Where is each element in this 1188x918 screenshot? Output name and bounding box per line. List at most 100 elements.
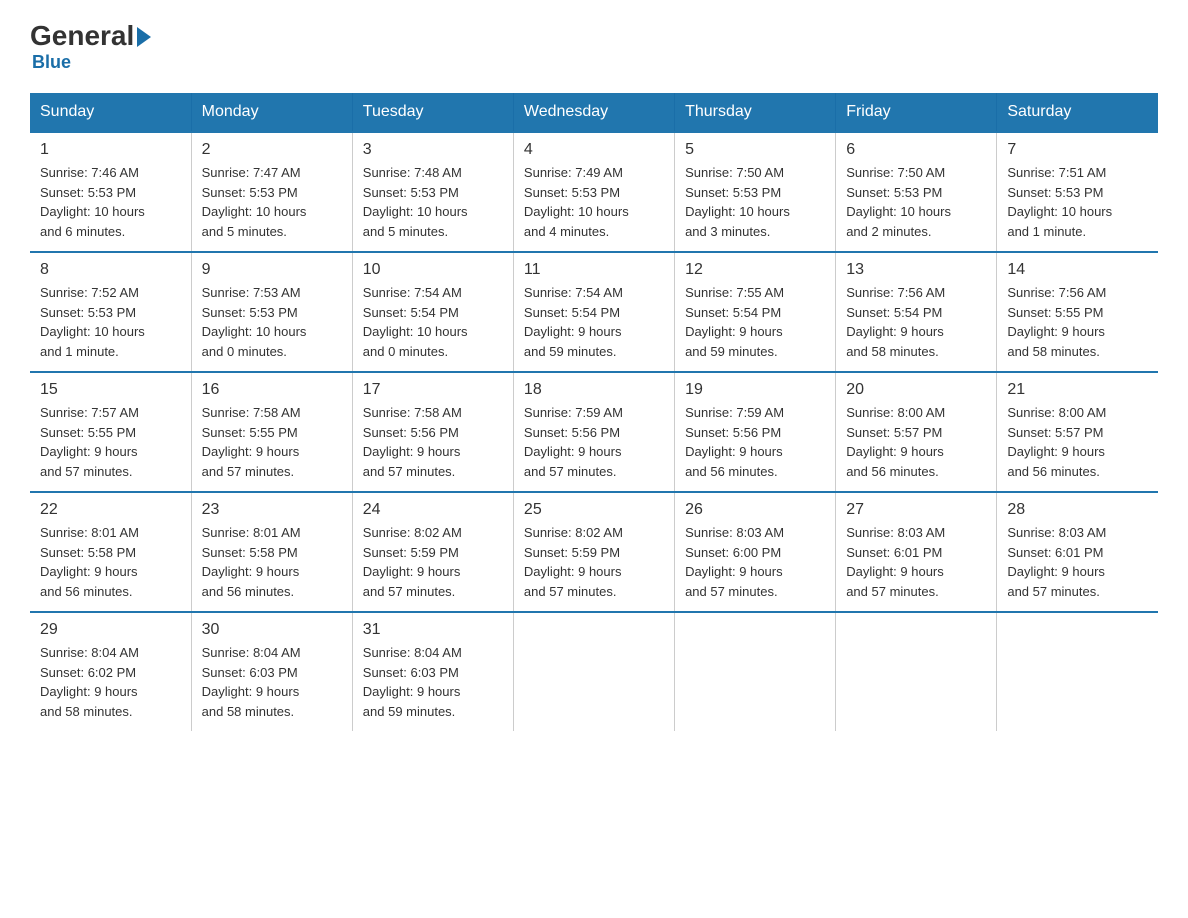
day-info: Sunrise: 7:57 AM Sunset: 5:55 PM Dayligh…	[40, 403, 181, 481]
day-number: 14	[1007, 261, 1148, 279]
calendar-cell: 10Sunrise: 7:54 AM Sunset: 5:54 PM Dayli…	[352, 252, 513, 372]
day-info: Sunrise: 8:04 AM Sunset: 6:03 PM Dayligh…	[363, 643, 503, 721]
day-info: Sunrise: 7:50 AM Sunset: 5:53 PM Dayligh…	[846, 163, 986, 241]
day-info: Sunrise: 8:02 AM Sunset: 5:59 PM Dayligh…	[524, 523, 664, 601]
day-info: Sunrise: 7:48 AM Sunset: 5:53 PM Dayligh…	[363, 163, 503, 241]
col-header-thursday: Thursday	[675, 93, 836, 132]
week-row-5: 29 Sunrise: 8:04 AM Sunset: 6:02 PM Dayli…	[30, 612, 1158, 731]
calendar-cell: 2 Sunrise: 7:47 AM Sunset: 5:53 PM Daylig…	[191, 132, 352, 252]
calendar-cell: 1 Sunrise: 7:46 AM Sunset: 5:53 PM Daylig…	[30, 132, 191, 252]
calendar-cell: 19Sunrise: 7:59 AM Sunset: 5:56 PM Dayli…	[675, 372, 836, 492]
day-info: Sunrise: 7:56 AM Sunset: 5:55 PM Dayligh…	[1007, 283, 1148, 361]
week-row-2: 8Sunrise: 7:52 AM Sunset: 5:53 PM Daylig…	[30, 252, 1158, 372]
day-number: 24	[363, 501, 503, 519]
header-row: SundayMondayTuesdayWednesdayThursdayFrid…	[30, 93, 1158, 132]
day-info: Sunrise: 8:00 AM Sunset: 5:57 PM Dayligh…	[846, 403, 986, 481]
day-info: Sunrise: 7:50 AM Sunset: 5:53 PM Dayligh…	[685, 163, 825, 241]
day-number: 27	[846, 501, 986, 519]
calendar-cell: 16 Sunrise: 7:58 AM Sunset: 5:55 PM Dayli…	[191, 372, 352, 492]
day-info: Sunrise: 8:03 AM Sunset: 6:01 PM Dayligh…	[846, 523, 986, 601]
day-number: 15	[40, 381, 181, 399]
day-number: 21	[1007, 381, 1148, 399]
week-row-4: 22 Sunrise: 8:01 AM Sunset: 5:58 PM Dayli…	[30, 492, 1158, 612]
calendar-cell	[997, 612, 1158, 731]
day-info: Sunrise: 7:56 AM Sunset: 5:54 PM Dayligh…	[846, 283, 986, 361]
calendar-cell: 21 Sunrise: 8:00 AM Sunset: 5:57 PM Dayli…	[997, 372, 1158, 492]
day-number: 12	[685, 261, 825, 279]
day-info: Sunrise: 7:59 AM Sunset: 5:56 PM Dayligh…	[524, 403, 664, 481]
day-info: Sunrise: 8:03 AM Sunset: 6:00 PM Dayligh…	[685, 523, 825, 601]
day-info: Sunrise: 7:52 AM Sunset: 5:53 PM Dayligh…	[40, 283, 181, 361]
calendar-cell: 20 Sunrise: 8:00 AM Sunset: 5:57 PM Dayli…	[836, 372, 997, 492]
day-number: 16	[202, 381, 342, 399]
day-info: Sunrise: 8:00 AM Sunset: 5:57 PM Dayligh…	[1007, 403, 1148, 481]
day-number: 22	[40, 501, 181, 519]
calendar-cell: 27 Sunrise: 8:03 AM Sunset: 6:01 PM Dayli…	[836, 492, 997, 612]
day-info: Sunrise: 8:02 AM Sunset: 5:59 PM Dayligh…	[363, 523, 503, 601]
calendar-cell: 26 Sunrise: 8:03 AM Sunset: 6:00 PM Dayli…	[675, 492, 836, 612]
day-number: 5	[685, 141, 825, 159]
calendar-cell: 9Sunrise: 7:53 AM Sunset: 5:53 PM Daylig…	[191, 252, 352, 372]
day-number: 20	[846, 381, 986, 399]
day-number: 17	[363, 381, 503, 399]
calendar-cell	[513, 612, 674, 731]
calendar-cell: 8Sunrise: 7:52 AM Sunset: 5:53 PM Daylig…	[30, 252, 191, 372]
day-number: 19	[685, 381, 825, 399]
day-info: Sunrise: 7:54 AM Sunset: 5:54 PM Dayligh…	[524, 283, 664, 361]
calendar-cell: 31 Sunrise: 8:04 AM Sunset: 6:03 PM Dayli…	[352, 612, 513, 731]
calendar-cell: 24 Sunrise: 8:02 AM Sunset: 5:59 PM Dayli…	[352, 492, 513, 612]
day-info: Sunrise: 7:49 AM Sunset: 5:53 PM Dayligh…	[524, 163, 664, 241]
day-info: Sunrise: 7:47 AM Sunset: 5:53 PM Dayligh…	[202, 163, 342, 241]
col-header-wednesday: Wednesday	[513, 93, 674, 132]
col-header-saturday: Saturday	[997, 93, 1158, 132]
day-number: 13	[846, 261, 986, 279]
day-number: 10	[363, 261, 503, 279]
calendar-table: SundayMondayTuesdayWednesdayThursdayFrid…	[30, 93, 1158, 731]
calendar-cell	[836, 612, 997, 731]
day-number: 30	[202, 621, 342, 639]
calendar-cell: 4 Sunrise: 7:49 AM Sunset: 5:53 PM Daylig…	[513, 132, 674, 252]
calendar-cell: 3 Sunrise: 7:48 AM Sunset: 5:53 PM Daylig…	[352, 132, 513, 252]
day-info: Sunrise: 8:04 AM Sunset: 6:02 PM Dayligh…	[40, 643, 181, 721]
day-info: Sunrise: 7:58 AM Sunset: 5:55 PM Dayligh…	[202, 403, 342, 481]
day-info: Sunrise: 8:03 AM Sunset: 6:01 PM Dayligh…	[1007, 523, 1148, 601]
page-header: General Blue	[30, 20, 1158, 73]
day-number: 3	[363, 141, 503, 159]
day-number: 31	[363, 621, 503, 639]
day-info: Sunrise: 7:58 AM Sunset: 5:56 PM Dayligh…	[363, 403, 503, 481]
day-number: 23	[202, 501, 342, 519]
day-number: 29	[40, 621, 181, 639]
calendar-cell: 15 Sunrise: 7:57 AM Sunset: 5:55 PM Dayli…	[30, 372, 191, 492]
day-number: 4	[524, 141, 664, 159]
logo-general-text: General	[30, 20, 134, 52]
day-number: 6	[846, 141, 986, 159]
col-header-sunday: Sunday	[30, 93, 191, 132]
day-info: Sunrise: 8:01 AM Sunset: 5:58 PM Dayligh…	[202, 523, 342, 601]
day-number: 9	[202, 261, 342, 279]
calendar-cell: 17 Sunrise: 7:58 AM Sunset: 5:56 PM Dayli…	[352, 372, 513, 492]
day-info: Sunrise: 8:04 AM Sunset: 6:03 PM Dayligh…	[202, 643, 342, 721]
day-number: 7	[1007, 141, 1148, 159]
calendar-cell: 22Sunrise: 8:01 AM Sunset: 5:58 PM Dayli…	[30, 492, 191, 612]
day-number: 11	[524, 261, 664, 279]
calendar-cell	[675, 612, 836, 731]
calendar-cell: 18Sunrise: 7:59 AM Sunset: 5:56 PM Dayli…	[513, 372, 674, 492]
calendar-cell: 28 Sunrise: 8:03 AM Sunset: 6:01 PM Dayli…	[997, 492, 1158, 612]
logo-blue-text: Blue	[32, 52, 71, 73]
day-number: 2	[202, 141, 342, 159]
calendar-cell: 7 Sunrise: 7:51 AM Sunset: 5:53 PM Daylig…	[997, 132, 1158, 252]
logo-triangle-icon	[137, 27, 151, 47]
calendar-cell: 23 Sunrise: 8:01 AM Sunset: 5:58 PM Dayli…	[191, 492, 352, 612]
day-info: Sunrise: 7:46 AM Sunset: 5:53 PM Dayligh…	[40, 163, 181, 241]
calendar-cell: 5 Sunrise: 7:50 AM Sunset: 5:53 PM Daylig…	[675, 132, 836, 252]
day-number: 26	[685, 501, 825, 519]
calendar-cell: 25Sunrise: 8:02 AM Sunset: 5:59 PM Dayli…	[513, 492, 674, 612]
col-header-monday: Monday	[191, 93, 352, 132]
day-number: 28	[1007, 501, 1148, 519]
day-info: Sunrise: 7:51 AM Sunset: 5:53 PM Dayligh…	[1007, 163, 1148, 241]
calendar-cell: 12 Sunrise: 7:55 AM Sunset: 5:54 PM Dayli…	[675, 252, 836, 372]
day-info: Sunrise: 7:55 AM Sunset: 5:54 PM Dayligh…	[685, 283, 825, 361]
day-number: 1	[40, 141, 181, 159]
calendar-cell: 14 Sunrise: 7:56 AM Sunset: 5:55 PM Dayli…	[997, 252, 1158, 372]
calendar-cell: 11 Sunrise: 7:54 AM Sunset: 5:54 PM Dayli…	[513, 252, 674, 372]
